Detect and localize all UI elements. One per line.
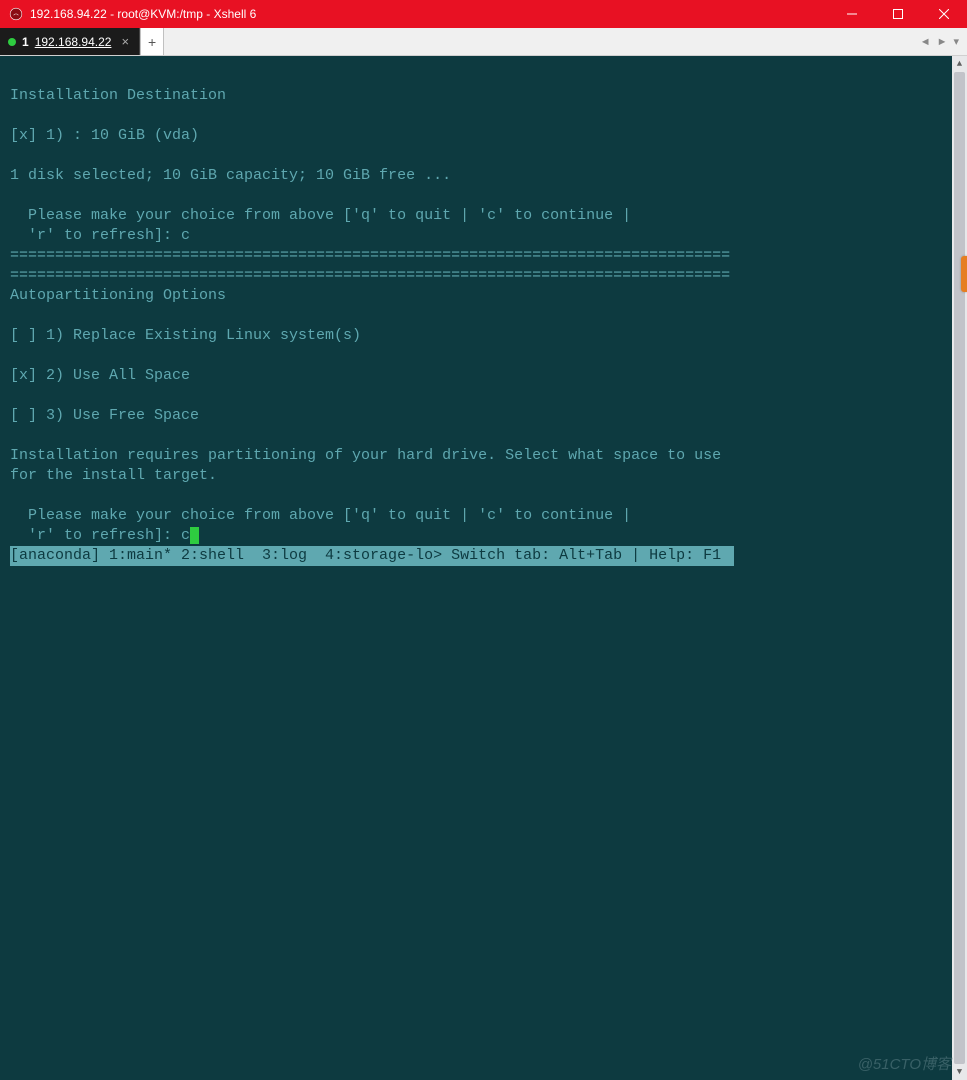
term-line: Installation Destination: [10, 87, 226, 104]
session-tab[interactable]: 1 192.168.94.22 ×: [0, 28, 140, 55]
term-line: [ ] 1) Replace Existing Linux system(s): [10, 327, 361, 344]
term-line: Please make your choice from above ['q' …: [10, 207, 631, 224]
term-line: [x] 1) : 10 GiB (vda): [10, 127, 199, 144]
maximize-button[interactable]: [875, 0, 921, 28]
term-line: ========================================…: [10, 247, 730, 264]
tab-bar: 1 192.168.94.22 × + ◄ ► ▾: [0, 28, 967, 56]
vertical-scrollbar[interactable]: ▲ ▼: [952, 56, 967, 1080]
term-line: 1 disk selected; 10 GiB capacity; 10 GiB…: [10, 167, 451, 184]
scroll-thumb[interactable]: [954, 72, 965, 1064]
tab-nav-left-icon[interactable]: ◄: [918, 36, 933, 48]
close-button[interactable]: [921, 0, 967, 28]
terminal-area[interactable]: Installation Destination [x] 1) : 10 GiB…: [0, 56, 967, 1080]
term-statusline: [anaconda] 1:main* 2:shell 3:log 4:stora…: [10, 547, 734, 564]
tab-number: 1: [22, 35, 29, 49]
term-line: for the install target.: [10, 467, 217, 484]
anaconda-statusbar: [anaconda] 1:main* 2:shell 3:log 4:stora…: [10, 546, 734, 566]
term-line: [x] 2) Use All Space: [10, 367, 190, 384]
minimize-button[interactable]: [829, 0, 875, 28]
term-line: Installation requires partitioning of yo…: [10, 447, 721, 464]
window-controls: [829, 0, 967, 28]
sidebar-handle-icon[interactable]: [961, 256, 967, 292]
tab-nav: ◄ ► ▾: [918, 28, 967, 55]
term-line: ========================================…: [10, 267, 730, 284]
terminal-output: Installation Destination [x] 1) : 10 GiB…: [0, 56, 967, 586]
term-input-line[interactable]: 'r' to refresh]: c: [10, 527, 199, 544]
tab-close-icon[interactable]: ×: [121, 35, 129, 48]
term-line: Please make your choice from above ['q' …: [10, 507, 631, 524]
term-input-prefix: 'r' to refresh]: c: [10, 527, 190, 544]
cursor-icon: [190, 527, 199, 544]
scroll-up-icon[interactable]: ▲: [952, 56, 967, 72]
title-bar: 192.168.94.22 - root@KVM:/tmp - Xshell 6: [0, 0, 967, 28]
tab-label: 192.168.94.22: [35, 35, 112, 49]
term-line: Autopartitioning Options: [10, 287, 226, 304]
new-tab-button[interactable]: +: [140, 28, 164, 55]
scroll-down-icon[interactable]: ▼: [952, 1064, 967, 1080]
term-line: 'r' to refresh]: c: [10, 227, 190, 244]
tab-nav-menu-icon[interactable]: ▾: [951, 35, 961, 48]
app-icon: [8, 6, 24, 22]
watermark: @51CTO博客: [858, 1053, 951, 1074]
window-title: 192.168.94.22 - root@KVM:/tmp - Xshell 6: [30, 7, 829, 21]
term-line: [ ] 3) Use Free Space: [10, 407, 199, 424]
status-dot-icon: [8, 38, 16, 46]
tab-nav-right-icon[interactable]: ►: [935, 36, 950, 48]
